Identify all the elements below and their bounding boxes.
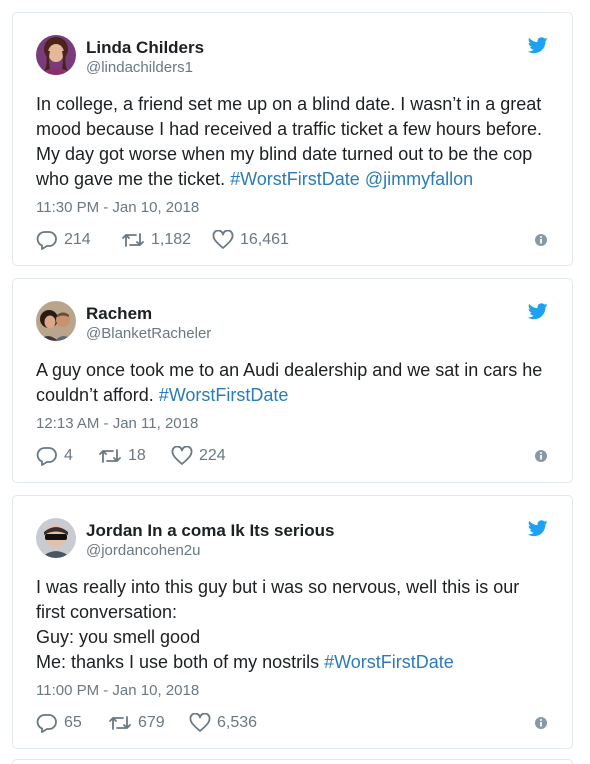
hashtag-link[interactable]: #WorstFirstDate — [230, 169, 360, 189]
author-name[interactable]: Linda Childers — [86, 38, 204, 58]
tweet-text-line: who gave me the ticket. #WorstFirstDate … — [36, 167, 551, 192]
tweet-timestamp[interactable]: 12:13 AM - Jan 11, 2018 — [36, 415, 198, 433]
tweet-text-line: couldn’t afford. #WorstFirstDate — [36, 383, 551, 408]
hashtag-link[interactable]: #WorstFirstDate — [324, 652, 454, 672]
mention-link[interactable]: @jimmyfallon — [365, 169, 473, 189]
heart-icon — [189, 713, 211, 732]
retweet-count: 18 — [128, 447, 146, 464]
retweet-count: 679 — [138, 714, 165, 731]
info-icon[interactable] — [534, 233, 548, 247]
retweet-icon — [122, 233, 144, 247]
tweet-text-segment: couldn’t afford. — [36, 385, 159, 405]
retweet-button[interactable]: 679 — [108, 712, 165, 734]
tweet-actions: 65 679 6,536 — [36, 712, 548, 734]
like-button[interactable]: 224 — [171, 445, 226, 467]
tweet-timestamp[interactable]: 11:00 PM - Jan 10, 2018 — [36, 682, 199, 700]
author-handle[interactable]: @BlanketRacheler — [86, 325, 211, 343]
tweet-text-segment: In college, a friend set me up on a blin… — [36, 94, 542, 114]
hashtag-link[interactable]: #WorstFirstDate — [159, 385, 289, 405]
retweet-icon — [99, 449, 121, 463]
avatar[interactable] — [36, 518, 76, 558]
next-tweet-card-edge — [12, 759, 573, 764]
tweet-text-segment: first conversation: — [36, 602, 178, 622]
twitter-bird-icon[interactable] — [528, 303, 548, 320]
twitter-bird-icon[interactable] — [528, 37, 548, 54]
avatar-woman-photo — [36, 35, 76, 75]
tweet-text-segment: I was really into this guy but i was so … — [36, 577, 520, 597]
avatar[interactable] — [36, 35, 76, 75]
tweet-text-line: I was really into this guy but i was so … — [36, 575, 551, 600]
reply-icon — [36, 231, 57, 250]
tweet-card[interactable]: Jordan In a coma Ik Its serious @jordanc… — [12, 495, 573, 749]
tweet-feed: Linda Childers @lindachilders1 In colleg… — [0, 0, 590, 764]
retweet-icon — [109, 716, 131, 730]
tweet-text: A guy once took me to an Audi dealership… — [36, 358, 551, 408]
tweet-text-line: mood because I had received a traffic ti… — [36, 117, 551, 142]
tweet-card[interactable]: Linda Childers @lindachilders1 In colleg… — [12, 12, 573, 266]
retweet-button[interactable]: 1,182 — [121, 229, 191, 251]
tweet-text-segment: who gave me the ticket. — [36, 169, 231, 189]
tweet-text-segment: My day got worse when my blind date turn… — [36, 144, 533, 164]
author-handle[interactable]: @lindachilders1 — [86, 59, 193, 77]
like-count: 16,461 — [240, 231, 289, 248]
tweet-text-line: My day got worse when my blind date turn… — [36, 142, 551, 167]
tweet-text: In college, a friend set me up on a blin… — [36, 92, 551, 192]
reply-button[interactable]: 65 — [36, 712, 82, 734]
twitter-bird-icon[interactable] — [528, 520, 548, 537]
tweet-text: I was really into this guy but i was so … — [36, 575, 551, 675]
reply-button[interactable]: 4 — [36, 445, 73, 467]
tweet-actions: 214 1,182 16,461 — [36, 229, 548, 251]
like-button[interactable]: 16,461 — [212, 229, 289, 251]
tweet-timestamp[interactable]: 11:30 PM - Jan 10, 2018 — [36, 199, 199, 217]
tweet-text-line: A guy once took me to an Audi dealership… — [36, 358, 551, 383]
tweet-text-line: first conversation: — [36, 600, 551, 625]
avatar[interactable] — [36, 301, 76, 341]
tweet-text-segment: mood because I had received a traffic ti… — [36, 119, 542, 139]
author-name[interactable]: Rachem — [86, 304, 152, 324]
retweet-count: 1,182 — [151, 231, 192, 248]
tweet-text-line: Guy: you smell good — [36, 625, 551, 650]
tweet-text-line: Me: thanks I use both of my nostrils #Wo… — [36, 650, 551, 675]
avatar-masked-photo — [36, 518, 76, 558]
info-icon[interactable] — [534, 449, 548, 463]
like-count: 6,536 — [217, 714, 258, 731]
tweet-actions: 4 18 224 — [36, 445, 548, 467]
tweet-card[interactable]: Rachem @BlanketRacheler A guy once took … — [12, 278, 573, 483]
author-name[interactable]: Jordan In a coma Ik Its serious — [86, 521, 334, 541]
heart-icon — [212, 230, 234, 249]
heart-icon — [171, 446, 193, 465]
tweet-text-segment: Guy: you smell good — [36, 627, 201, 647]
reply-icon — [36, 714, 57, 733]
reply-count: 65 — [64, 714, 82, 731]
tweet-text-line: In college, a friend set me up on a blin… — [36, 92, 551, 117]
like-button[interactable]: 6,536 — [189, 712, 257, 734]
tweet-text-segment: A guy once took me to an Audi dealership… — [36, 360, 543, 380]
reply-count: 214 — [64, 231, 91, 248]
author-handle[interactable]: @jordancohen2u — [86, 542, 200, 560]
reply-button[interactable]: 214 — [36, 229, 91, 251]
avatar-couple-photo — [36, 301, 76, 341]
info-icon[interactable] — [534, 716, 548, 730]
retweet-button[interactable]: 18 — [98, 445, 146, 467]
reply-icon — [36, 447, 57, 466]
reply-count: 4 — [64, 447, 73, 464]
like-count: 224 — [199, 447, 226, 464]
tweet-text-segment: Me: thanks I use both of my nostrils — [36, 652, 325, 672]
